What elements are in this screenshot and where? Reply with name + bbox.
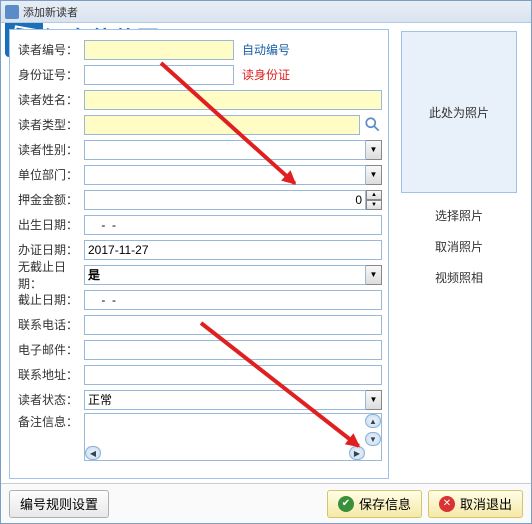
label-type: 读者类型：	[16, 116, 84, 133]
app-icon	[5, 5, 19, 19]
cancel-button[interactable]: 取消退出	[428, 490, 523, 518]
window-title: 添加新读者	[23, 4, 78, 20]
scroll-left-icon[interactable]: ◀	[85, 446, 101, 460]
cancel-photo-link[interactable]: 取消照片	[435, 238, 483, 255]
noexpire-dropdown-icon[interactable]: ▼	[366, 265, 382, 285]
label-phone: 联系电话：	[16, 316, 84, 333]
titlebar: 添加新读者	[1, 1, 531, 23]
label-reader-no: 读者编号：	[16, 41, 84, 58]
label-regdate: 办证日期：	[16, 241, 84, 258]
video-photo-link[interactable]: 视频照相	[435, 269, 483, 286]
type-select[interactable]	[84, 115, 360, 135]
number-rule-button[interactable]: 编号规则设置	[9, 490, 109, 518]
label-name: 读者姓名：	[16, 91, 84, 108]
dept-dropdown-icon[interactable]: ▼	[366, 165, 382, 185]
deposit-input[interactable]	[84, 190, 366, 210]
read-idcard-link[interactable]: 读身份证	[242, 66, 290, 83]
dialog-window: 添加新读者 河东软件园 www.pc0359.cn 读者编号： 自动编号 身份证…	[0, 0, 532, 524]
photo-placeholder[interactable]: 此处为照片	[401, 31, 517, 193]
select-photo-link[interactable]: 选择照片	[435, 207, 483, 224]
auto-number-link[interactable]: 自动编号	[242, 41, 290, 58]
label-deposit: 押金金额：	[16, 191, 84, 208]
scroll-up-icon[interactable]: ▲	[365, 414, 381, 428]
scroll-right-icon[interactable]: ▶	[349, 446, 365, 460]
photo-panel: 此处为照片 选择照片 取消照片 视频照相	[395, 29, 523, 479]
save-button[interactable]: 保存信息	[327, 490, 422, 518]
status-select[interactable]	[84, 390, 366, 410]
idcard-input[interactable]	[84, 65, 234, 85]
deposit-down-icon[interactable]: ▼	[366, 200, 382, 210]
label-email: 电子邮件：	[16, 341, 84, 358]
name-input[interactable]	[84, 90, 382, 110]
status-dropdown-icon[interactable]: ▼	[366, 390, 382, 410]
gender-select[interactable]	[84, 140, 366, 160]
close-icon	[439, 496, 455, 512]
form-panel: 读者编号： 自动编号 身份证号： 读身份证 读者姓名： 读者类型：	[9, 29, 389, 479]
dept-select[interactable]	[84, 165, 366, 185]
label-gender: 读者性别：	[16, 141, 84, 158]
search-icon[interactable]	[364, 116, 382, 134]
gender-dropdown-icon[interactable]: ▼	[366, 140, 382, 160]
footer: 编号规则设置 保存信息 取消退出	[1, 483, 531, 523]
scroll-down-icon[interactable]: ▼	[365, 432, 381, 446]
label-dept: 单位部门：	[16, 166, 84, 183]
birth-input[interactable]	[84, 215, 382, 235]
regdate-input[interactable]	[84, 240, 382, 260]
label-noexpire: 无截止日期：	[16, 258, 84, 292]
label-idcard: 身份证号：	[16, 66, 84, 83]
label-status: 读者状态：	[16, 391, 84, 408]
label-remark: 备注信息：	[16, 413, 84, 430]
addr-input[interactable]	[84, 365, 382, 385]
noexpire-select[interactable]	[84, 265, 366, 285]
reader-no-input[interactable]	[84, 40, 234, 60]
expire-input[interactable]	[84, 290, 382, 310]
label-birth: 出生日期：	[16, 216, 84, 233]
deposit-up-icon[interactable]: ▲	[366, 190, 382, 200]
email-input[interactable]	[84, 340, 382, 360]
label-expire: 截止日期：	[16, 291, 84, 308]
check-icon	[338, 496, 354, 512]
phone-input[interactable]	[84, 315, 382, 335]
label-addr: 联系地址：	[16, 366, 84, 383]
